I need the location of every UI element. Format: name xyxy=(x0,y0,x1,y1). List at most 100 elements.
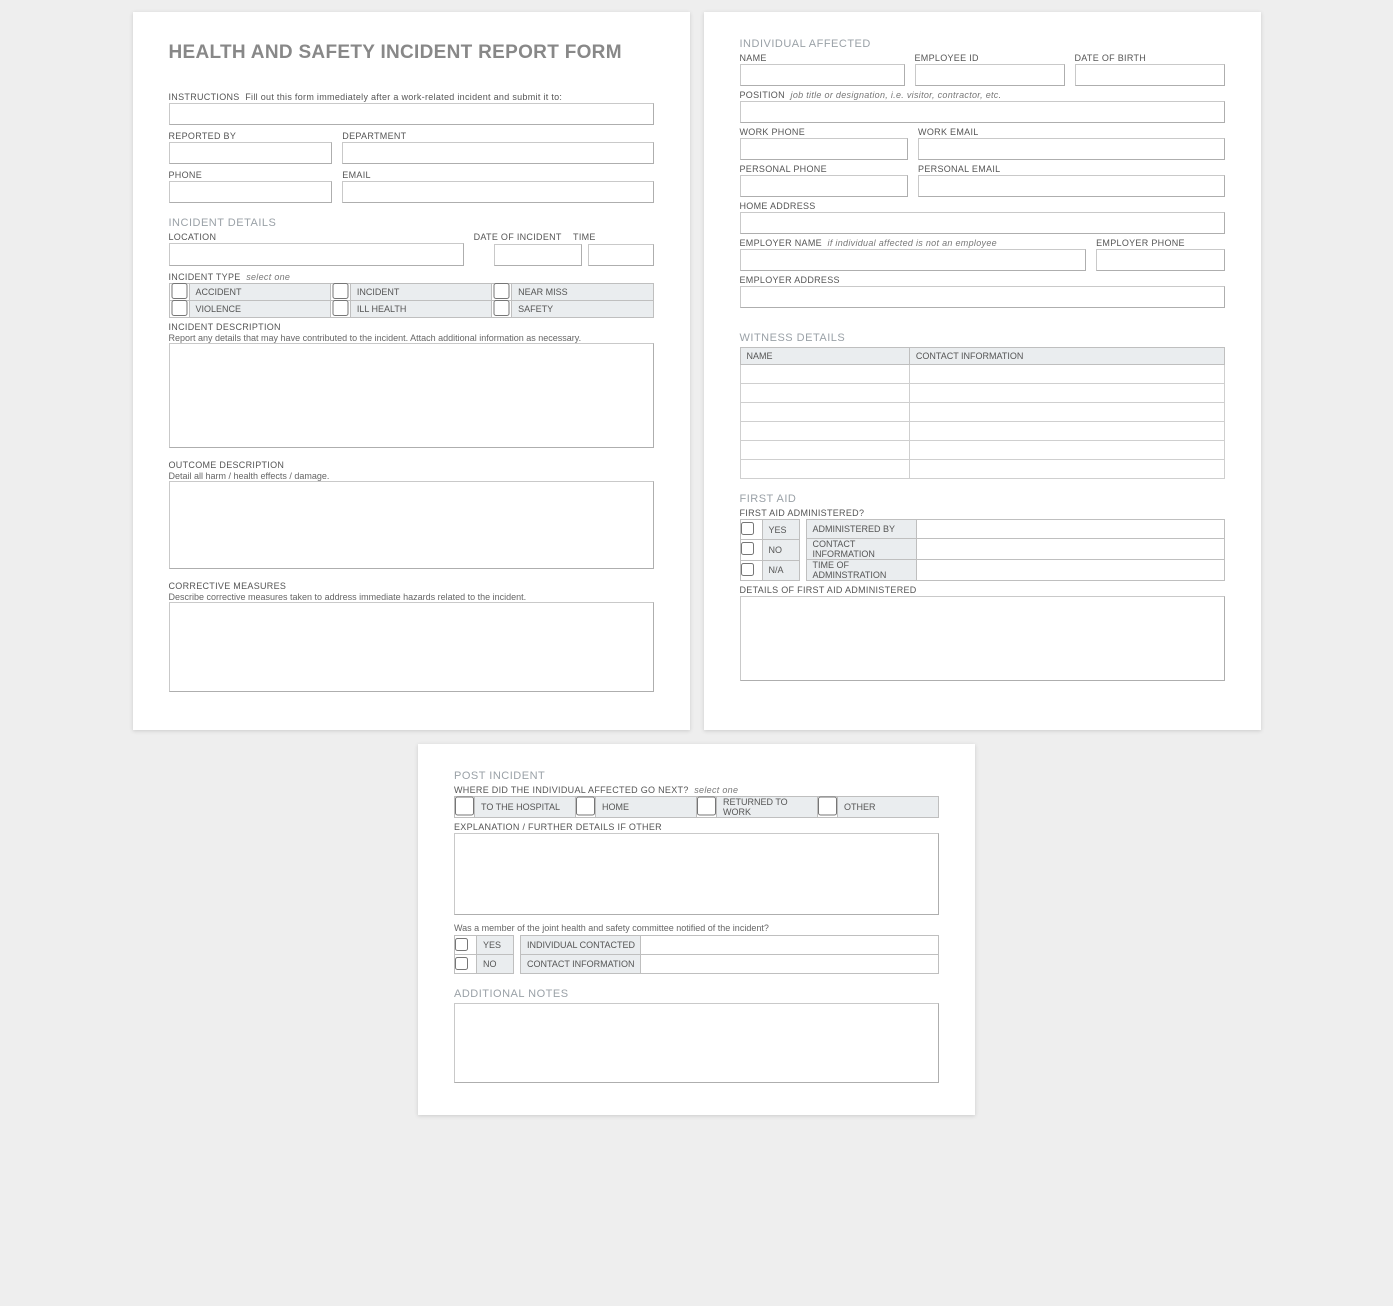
position-input[interactable] xyxy=(740,101,1225,123)
incident-desc-sub: Report any details that may have contrib… xyxy=(169,333,582,343)
home-address-input[interactable] xyxy=(740,212,1225,234)
instructions-input[interactable] xyxy=(169,103,654,125)
committee-contacted-input[interactable] xyxy=(647,937,938,954)
fa-admin-by-input[interactable] xyxy=(923,521,1224,538)
witness-contact-input[interactable] xyxy=(910,442,1224,459)
employer-address-label: EMPLOYER ADDRESS xyxy=(740,275,1225,285)
post-opt-other-cb[interactable] xyxy=(818,796,837,816)
committee-detail: INDIVIDUAL CONTACTED CONTACT INFORMATION xyxy=(520,935,939,974)
incident-type-cb-accident[interactable] xyxy=(170,283,189,299)
incident-type-cb-safety[interactable] xyxy=(492,300,511,316)
post-opt-home-cb[interactable] xyxy=(576,796,595,816)
committee-yn: YES NO xyxy=(454,935,514,974)
committee-contact-input[interactable] xyxy=(647,956,938,973)
page-3: POST INCIDENT WHERE DID THE INDIVIDUAL A… xyxy=(418,744,975,1115)
personal-phone-label: PERSONAL PHONE xyxy=(740,164,909,174)
reported-by-input[interactable] xyxy=(169,142,333,164)
witness-contact-input[interactable] xyxy=(910,366,1224,383)
employer-phone-input[interactable] xyxy=(1096,249,1224,271)
fa-details-input[interactable] xyxy=(740,596,1225,681)
employer-address-input[interactable] xyxy=(740,286,1225,308)
fa-na-cb[interactable] xyxy=(741,563,754,576)
corrective-sub: Describe corrective measures taken to ad… xyxy=(169,592,527,602)
post-opt-hospital-cb[interactable] xyxy=(455,796,474,816)
witness-contact-input[interactable] xyxy=(910,385,1224,402)
table-row xyxy=(740,384,1224,403)
page-2: INDIVIDUAL AFFECTED NAME EMPLOYEE ID DAT… xyxy=(704,12,1261,730)
post-opt-work-cb[interactable] xyxy=(697,796,716,816)
witness-contact-input[interactable] xyxy=(910,404,1224,421)
fa-time-input[interactable] xyxy=(923,562,1224,579)
first-aid-heading: FIRST AID xyxy=(740,493,1225,505)
ind-empid-input[interactable] xyxy=(915,64,1065,86)
post-heading: POST INCIDENT xyxy=(454,770,939,782)
notes-input[interactable] xyxy=(454,1003,939,1083)
work-email-label: WORK EMAIL xyxy=(918,127,1224,137)
witness-heading: WITNESS DETAILS xyxy=(740,332,1225,344)
employer-name-label: EMPLOYER NAME if individual affected is … xyxy=(740,238,1087,248)
incident-desc-input[interactable] xyxy=(169,343,654,448)
post-explanation-label: EXPLANATION / FURTHER DETAILS IF OTHER xyxy=(454,822,939,832)
home-address-label: HOME ADDRESS xyxy=(740,201,1225,211)
department-label: DEPARTMENT xyxy=(342,131,653,141)
work-phone-label: WORK PHONE xyxy=(740,127,909,137)
form-title: HEALTH AND SAFETY INCIDENT REPORT FORM xyxy=(169,42,654,64)
ind-dob-input[interactable] xyxy=(1075,64,1225,86)
first-aid-q: FIRST AID ADMINISTERED? xyxy=(740,508,1225,518)
fa-contact-input[interactable] xyxy=(923,541,1224,558)
witness-name-input[interactable] xyxy=(741,385,909,402)
incident-desc-label: INCIDENT DESCRIPTION xyxy=(169,322,654,332)
outcome-input[interactable] xyxy=(169,481,654,569)
committee-q: Was a member of the joint health and saf… xyxy=(454,923,769,933)
date-input[interactable] xyxy=(494,244,582,266)
incident-type-label: INCIDENT TYPE select one xyxy=(169,272,654,282)
department-input[interactable] xyxy=(342,142,653,164)
ind-name-label: NAME xyxy=(740,53,905,63)
post-where-table: TO THE HOSPITAL HOME RETURNED TO WORK OT… xyxy=(454,796,939,818)
witness-contact-input[interactable] xyxy=(910,461,1224,478)
phone-label: PHONE xyxy=(169,170,333,180)
personal-email-label: PERSONAL EMAIL xyxy=(918,164,1224,174)
outcome-label: OUTCOME DESCRIPTION xyxy=(169,460,654,470)
incident-type-cb-incident[interactable] xyxy=(331,283,350,299)
witness-col-name: NAME xyxy=(740,348,909,365)
fa-no-cb[interactable] xyxy=(741,542,754,555)
location-label: LOCATION xyxy=(169,232,464,242)
ind-empid-label: EMPLOYEE ID xyxy=(915,53,1065,63)
witness-name-input[interactable] xyxy=(741,404,909,421)
time-input[interactable] xyxy=(588,244,654,266)
work-email-input[interactable] xyxy=(918,138,1224,160)
personal-phone-input[interactable] xyxy=(740,175,909,197)
ind-dob-label: DATE OF BIRTH xyxy=(1075,53,1225,63)
instructions-label: INSTRUCTIONS Fill out this form immediat… xyxy=(169,92,654,102)
work-phone-input[interactable] xyxy=(740,138,909,160)
incident-type-cb-illhealth[interactable] xyxy=(331,300,350,316)
employer-name-input[interactable] xyxy=(740,249,1087,271)
time-label: TIME xyxy=(573,232,653,242)
position-label: POSITION job title or designation, i.e. … xyxy=(740,90,1225,100)
committee-no-cb[interactable] xyxy=(455,957,468,970)
reported-by-label: REPORTED BY xyxy=(169,131,333,141)
witness-name-input[interactable] xyxy=(741,442,909,459)
incident-type-cb-nearmiss[interactable] xyxy=(492,283,511,299)
incident-type-table: ACCIDENT INCIDENT NEAR MISS VIOLENCE ILL… xyxy=(169,283,654,318)
corrective-label: CORRECTIVE MEASURES xyxy=(169,581,654,591)
personal-email-input[interactable] xyxy=(918,175,1224,197)
location-input[interactable] xyxy=(169,243,464,266)
witness-name-input[interactable] xyxy=(741,423,909,440)
phone-input[interactable] xyxy=(169,181,333,203)
employer-phone-label: EMPLOYER PHONE xyxy=(1096,238,1224,248)
witness-name-input[interactable] xyxy=(741,366,909,383)
post-explanation-input[interactable] xyxy=(454,833,939,915)
first-aid-yn: YES NO N/A xyxy=(740,519,800,581)
corrective-input[interactable] xyxy=(169,602,654,692)
table-row xyxy=(740,422,1224,441)
fa-yes-cb[interactable] xyxy=(741,522,754,535)
witness-contact-input[interactable] xyxy=(910,423,1224,440)
notes-heading: ADDITIONAL NOTES xyxy=(454,988,939,1000)
witness-name-input[interactable] xyxy=(741,461,909,478)
ind-name-input[interactable] xyxy=(740,64,905,86)
email-input[interactable] xyxy=(342,181,653,203)
incident-type-cb-violence[interactable] xyxy=(170,300,189,316)
committee-yes-cb[interactable] xyxy=(455,938,468,951)
